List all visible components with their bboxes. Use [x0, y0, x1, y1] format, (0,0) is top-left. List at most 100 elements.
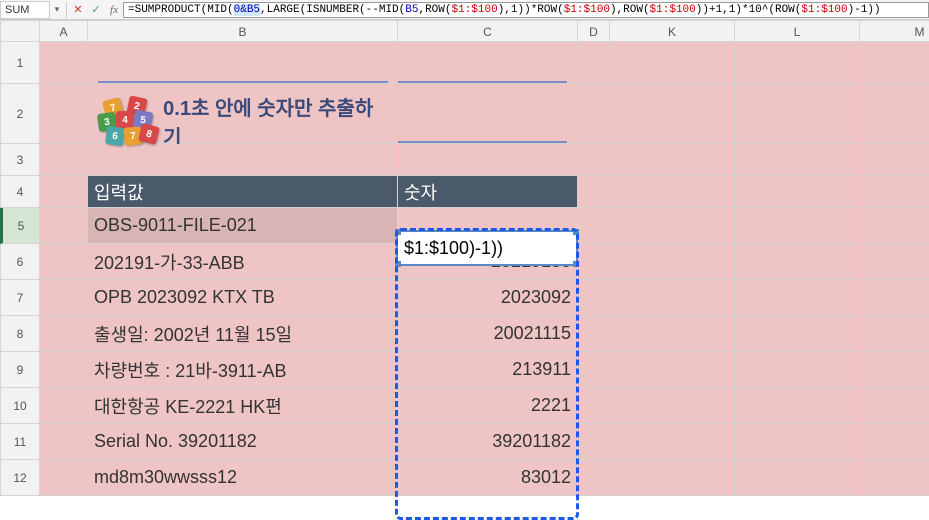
cell-m5[interactable]	[860, 208, 929, 244]
cell-a4[interactable]	[40, 176, 88, 208]
cell-a7[interactable]	[40, 280, 88, 316]
row-header-3[interactable]: 3	[0, 144, 40, 176]
row-header-8[interactable]: 8	[0, 316, 40, 352]
cell-d1[interactable]	[578, 42, 610, 84]
cell-l3[interactable]	[735, 144, 860, 176]
cell-d12[interactable]	[578, 460, 610, 496]
cell-k8[interactable]	[610, 316, 735, 352]
edit-handle-bl[interactable]	[395, 261, 401, 267]
cell-a11[interactable]	[40, 424, 88, 460]
cell-a9[interactable]	[40, 352, 88, 388]
cell-l11[interactable]	[735, 424, 860, 460]
name-box-dropdown[interactable]: ▾	[50, 4, 64, 15]
cell-d6[interactable]	[578, 244, 610, 280]
row-header-11[interactable]: 11	[0, 424, 40, 460]
edit-handle-tr[interactable]	[573, 229, 579, 235]
cell-d5[interactable]	[578, 208, 610, 244]
cell-b3[interactable]	[88, 144, 398, 176]
edit-handle-tl[interactable]	[395, 229, 401, 235]
cell-a2[interactable]	[40, 84, 88, 144]
cell-m2[interactable]	[860, 84, 929, 144]
editing-cell-c5[interactable]: $1:$100)-1))	[396, 230, 578, 266]
cell-k9[interactable]	[610, 352, 735, 388]
cell-k5[interactable]	[610, 208, 735, 244]
col-header-d[interactable]: D	[578, 20, 610, 42]
cell-l7[interactable]	[735, 280, 860, 316]
cell-a5[interactable]	[40, 208, 88, 244]
cell-l10[interactable]	[735, 388, 860, 424]
cell-d11[interactable]	[578, 424, 610, 460]
col-header-l[interactable]: L	[735, 20, 860, 42]
cell-a10[interactable]	[40, 388, 88, 424]
cell-k10[interactable]	[610, 388, 735, 424]
cell-b11[interactable]: Serial No. 39201182	[88, 424, 398, 460]
col-header-a[interactable]: A	[40, 20, 88, 42]
row-header-12[interactable]: 12	[0, 460, 40, 496]
cell-d3[interactable]	[578, 144, 610, 176]
cell-b7[interactable]: OPB 2023092 KTX TB	[88, 280, 398, 316]
cell-c10[interactable]: 2221	[398, 388, 578, 424]
cell-k12[interactable]	[610, 460, 735, 496]
cell-d10[interactable]	[578, 388, 610, 424]
row-header-4[interactable]: 4	[0, 176, 40, 208]
cell-m10[interactable]	[860, 388, 929, 424]
col-header-b[interactable]: B	[88, 20, 398, 42]
cell-c1[interactable]	[398, 42, 578, 84]
cell-c2[interactable]	[398, 84, 578, 144]
cell-m1[interactable]	[860, 42, 929, 84]
name-box[interactable]: SUM	[0, 1, 50, 19]
row-header-10[interactable]: 10	[0, 388, 40, 424]
row-header-7[interactable]: 7	[0, 280, 40, 316]
cell-a12[interactable]	[40, 460, 88, 496]
cell-c9[interactable]: 213911	[398, 352, 578, 388]
cell-d7[interactable]	[578, 280, 610, 316]
cell-d8[interactable]	[578, 316, 610, 352]
cell-m12[interactable]	[860, 460, 929, 496]
cell-b12[interactable]: md8m30wwsss12	[88, 460, 398, 496]
edit-handle-br[interactable]	[573, 261, 579, 267]
cell-l4[interactable]	[735, 176, 860, 208]
cell-l1[interactable]	[735, 42, 860, 84]
row-header-2[interactable]: 2	[0, 84, 40, 144]
cell-b10[interactable]: 대한항공 KE-2221 HK편	[88, 388, 398, 424]
cell-l12[interactable]	[735, 460, 860, 496]
cell-c7[interactable]: 2023092	[398, 280, 578, 316]
cell-m3[interactable]	[860, 144, 929, 176]
cell-a3[interactable]	[40, 144, 88, 176]
formula-input[interactable]: =SUMPRODUCT(MID(0&B5,LARGE(ISNUMBER(--MI…	[123, 2, 929, 18]
row-header-9[interactable]: 9	[0, 352, 40, 388]
cancel-icon[interactable]: ✕	[69, 3, 87, 16]
cell-l8[interactable]	[735, 316, 860, 352]
cell-m4[interactable]	[860, 176, 929, 208]
cell-m8[interactable]	[860, 316, 929, 352]
row-header-5[interactable]: 5	[0, 208, 40, 244]
cell-l2[interactable]	[735, 84, 860, 144]
table-header-col1[interactable]: 입력값	[88, 176, 398, 208]
cell-k4[interactable]	[610, 176, 735, 208]
select-all-corner[interactable]	[0, 20, 40, 42]
cell-b9[interactable]: 차량번호 : 21바-3911-AB	[88, 352, 398, 388]
col-header-c[interactable]: C	[398, 20, 578, 42]
fx-icon[interactable]: fx	[105, 4, 123, 16]
confirm-icon[interactable]: ✓	[87, 3, 105, 16]
cell-k6[interactable]	[610, 244, 735, 280]
cell-b5[interactable]: OBS-9011-FILE-021	[88, 208, 398, 244]
cell-b2[interactable]: 7 2 3 4 5 6 7 8 0.1초 안에 숫자만 추출하기	[88, 84, 398, 144]
cell-l5[interactable]	[735, 208, 860, 244]
cell-k2[interactable]	[610, 84, 735, 144]
row-header-6[interactable]: 6	[0, 244, 40, 280]
row-header-1[interactable]: 1	[0, 42, 40, 84]
cell-c12[interactable]: 83012	[398, 460, 578, 496]
col-header-m[interactable]: M	[860, 20, 929, 42]
col-header-k[interactable]: K	[610, 20, 735, 42]
cell-b6[interactable]: 202191-가-33-ABB	[88, 244, 398, 280]
table-header-col2[interactable]: 숫자	[398, 176, 578, 208]
cell-c8[interactable]: 20021115	[398, 316, 578, 352]
cell-a6[interactable]	[40, 244, 88, 280]
cell-a1[interactable]	[40, 42, 88, 84]
cell-d4[interactable]	[578, 176, 610, 208]
cell-k3[interactable]	[610, 144, 735, 176]
cell-c3[interactable]	[398, 144, 578, 176]
cell-b1[interactable]	[88, 42, 398, 84]
cell-d2[interactable]	[578, 84, 610, 144]
